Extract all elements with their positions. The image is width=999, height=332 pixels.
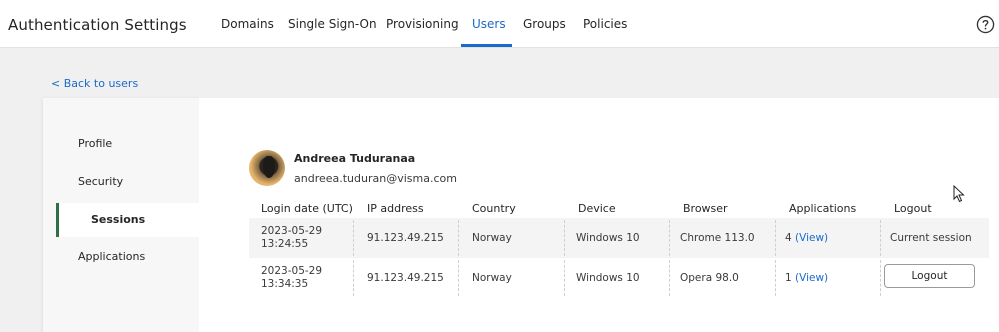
sessions-panel: Andreea Tuduranaa andreea.tuduran@visma.… [199,98,999,332]
ip-address-cell: 91.123.49.215 [367,232,444,244]
column-divider [669,260,670,296]
login-time: 13:24:55 [261,238,309,250]
view-applications-link[interactable]: (View) [795,232,828,244]
column-divider [458,260,459,296]
device-cell: Windows 10 [576,232,640,244]
application-count: 1 [785,272,792,284]
column-header-device: Device [578,202,616,215]
applications-cell: 4 (View) [785,218,828,258]
applications-cell: 1 (View) [785,258,828,298]
column-divider [775,260,776,296]
login-date: 2023-05-29 [261,265,323,277]
browser-cell: Chrome 113.0 [680,232,755,244]
user-email: andreea.tuduran@visma.com [294,172,457,185]
back-to-users-link[interactable]: < Back to users [51,77,138,90]
column-header-login-date: Login date (UTC) [261,202,353,215]
column-divider [353,260,354,296]
column-header-logout: Logout [894,202,932,215]
device-cell: Windows 10 [576,272,640,284]
tab-domains[interactable]: Domains [221,17,274,31]
column-divider [458,220,459,256]
country-cell: Norway [472,232,512,244]
login-date-cell: 2023-05-29 13:34:35 [261,258,322,298]
view-applications-link[interactable]: (View) [795,272,828,284]
sidebar-item-sessions[interactable]: Sessions [56,203,200,237]
tab-provisioning[interactable]: Provisioning [386,17,459,31]
column-divider [669,220,670,256]
ip-address-cell: 91.123.49.215 [367,272,444,284]
column-header-browser: Browser [683,202,728,215]
mouse-cursor-icon [953,185,965,203]
column-divider [880,260,881,296]
column-divider [564,220,565,256]
current-session-label: Current session [890,232,972,244]
sidebar-item-profile[interactable]: Profile [43,127,200,161]
top-header: Authentication Settings Domains Single S… [0,0,999,48]
user-name: Andreea Tuduranaa [294,152,416,165]
sidebar: Profile Security Sessions Applications [43,98,200,332]
column-header-applications: Applications [789,202,857,215]
column-header-ip-address: IP address [367,202,424,215]
help-circle-icon[interactable] [976,15,995,34]
browser-cell: Opera 98.0 [680,272,739,284]
country-cell: Norway [472,272,512,284]
tab-users[interactable]: Users [472,17,506,31]
table-row: 2023-05-29 13:24:55 91.123.49.215 Norway… [249,218,989,258]
sidebar-item-security[interactable]: Security [43,165,200,199]
avatar [249,150,285,186]
table-row: 2023-05-29 13:34:35 91.123.49.215 Norway… [249,258,989,298]
application-count: 4 [785,232,792,244]
column-divider [880,220,881,256]
login-time: 13:34:35 [261,278,309,290]
tab-single-sign-on[interactable]: Single Sign-On [288,17,377,31]
column-divider [564,260,565,296]
login-date-cell: 2023-05-29 13:24:55 [261,218,322,258]
column-header-country: Country [472,202,516,215]
logout-button[interactable]: Logout [884,264,975,288]
login-date: 2023-05-29 [261,225,323,237]
app-title: Authentication Settings [8,16,187,34]
active-tab-indicator [461,44,512,47]
tab-policies[interactable]: Policies [583,17,627,31]
sidebar-item-applications[interactable]: Applications [43,240,200,274]
column-divider [775,220,776,256]
tab-groups[interactable]: Groups [523,17,566,31]
column-divider [353,220,354,256]
